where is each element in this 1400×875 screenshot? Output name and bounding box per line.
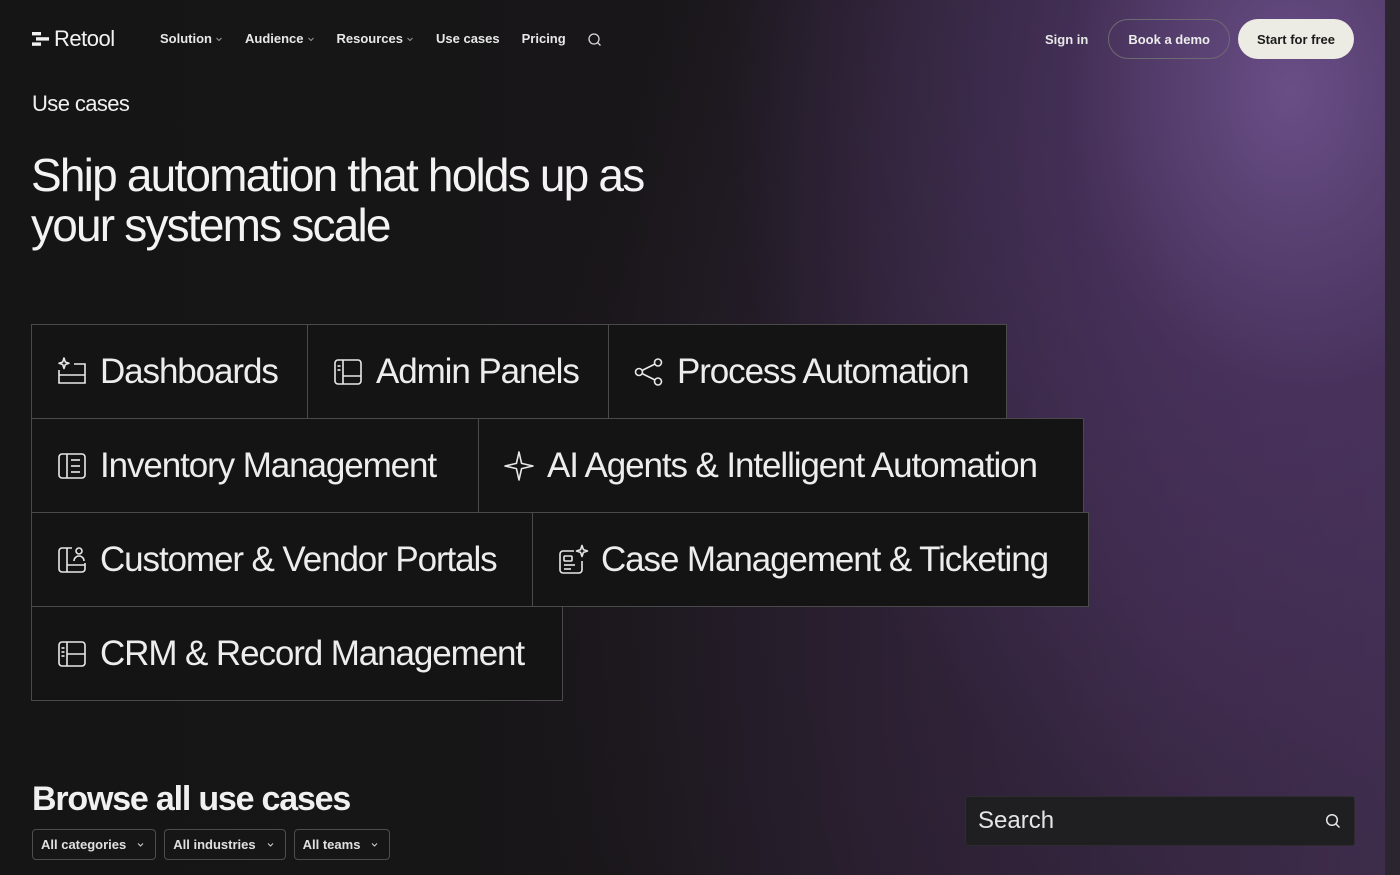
retool-logo-icon [32, 32, 49, 46]
dashboard-sparkle-icon [56, 356, 88, 388]
tile-label: CRM & Record Management [100, 633, 525, 673]
portal-user-icon [56, 544, 88, 576]
filter-bar: All categories All industries All teams [32, 829, 391, 860]
nav-resources-label: Resources [336, 31, 403, 46]
ticket-sparkle-icon [557, 544, 589, 576]
nav-actions: Sign in Book a demo Start for free [1045, 19, 1354, 59]
retool-logo[interactable]: Retool [32, 26, 115, 52]
tile-label: Process Automation [677, 351, 970, 391]
nav-resources[interactable]: Resources [337, 31, 414, 46]
nav-solution[interactable]: Solution [160, 31, 223, 46]
chevron-down-icon [307, 37, 314, 41]
share-nodes-icon [633, 356, 665, 388]
filter-label: All industries [173, 837, 256, 852]
nav-solution-label: Solution [160, 31, 212, 46]
browse-title: Browse all use cases [32, 780, 351, 818]
page-eyebrow: Use cases [32, 91, 130, 116]
sign-in-link[interactable]: Sign in [1045, 32, 1088, 47]
tile-row: CRM & Record Management [31, 606, 1088, 701]
tile-customer-vendor-portals[interactable]: Customer & Vendor Portals [31, 512, 533, 607]
search-icon [588, 33, 601, 46]
page-scrollbar[interactable] [1385, 0, 1400, 875]
logo-text: Retool [54, 26, 115, 51]
filter-teams[interactable]: All teams [293, 829, 391, 860]
nav-audience-label: Audience [245, 31, 304, 46]
nav-use-cases[interactable]: Use cases [436, 31, 500, 46]
top-navigation: Retool Solution Audience Resources Use c… [0, 0, 1385, 80]
chevron-down-icon [407, 37, 413, 41]
filter-label: All categories [41, 837, 127, 852]
tile-inventory-management[interactable]: Inventory Management [31, 418, 479, 513]
filter-industries[interactable]: All industries [164, 829, 286, 860]
tile-label: Admin Panels [376, 351, 580, 391]
filter-label: All teams [302, 837, 361, 852]
nav-links: Solution Audience Resources Use cases Pr… [160, 31, 566, 46]
panel-layout-icon [332, 356, 364, 388]
tile-label: Case Management & Ticketing [601, 539, 1049, 579]
tile-case-management[interactable]: Case Management & Ticketing [532, 512, 1089, 607]
tile-dashboards[interactable]: Dashboards [31, 324, 308, 419]
tile-row: Customer & Vendor Portals Case Managemen… [31, 512, 1089, 607]
chevron-down-icon [372, 843, 378, 847]
nav-pricing[interactable]: Pricing [522, 31, 566, 46]
page-title: Ship automation that holds up as your sy… [31, 149, 645, 251]
nav-audience[interactable]: Audience [245, 31, 315, 46]
search-input[interactable] [978, 807, 1298, 835]
tile-label: Customer & Vendor Portals [100, 539, 498, 579]
start-free-button[interactable]: Start for free [1237, 19, 1354, 59]
tile-label: AI Agents & Intelligent Automation [547, 445, 1038, 485]
tile-row: Dashboards Admin Panels Process Automati… [31, 324, 1088, 419]
nav-search-button[interactable] [587, 32, 603, 53]
search-icon[interactable] [1324, 812, 1342, 830]
category-tiles: Dashboards Admin Panels Process Automati… [31, 324, 1089, 701]
tile-label: Dashboards [100, 351, 279, 391]
tile-label: Inventory Management [100, 445, 437, 485]
tile-admin-panels[interactable]: Admin Panels [307, 324, 609, 419]
tile-ai-agents[interactable]: AI Agents & Intelligent Automation [478, 418, 1084, 513]
use-case-search [965, 796, 1355, 846]
chevron-down-icon [216, 37, 222, 41]
tile-crm-record-management[interactable]: CRM & Record Management [31, 606, 563, 701]
sparkle-icon [503, 450, 535, 482]
book-demo-button[interactable]: Book a demo [1108, 19, 1230, 59]
list-panel-icon [56, 450, 88, 482]
record-panel-icon [56, 638, 88, 670]
tile-row: Inventory Management AI Agents & Intelli… [31, 418, 1088, 513]
filter-categories[interactable]: All categories [32, 829, 157, 860]
chevron-down-icon [267, 843, 274, 847]
tile-process-automation[interactable]: Process Automation [608, 324, 1007, 419]
chevron-down-icon [137, 843, 144, 847]
